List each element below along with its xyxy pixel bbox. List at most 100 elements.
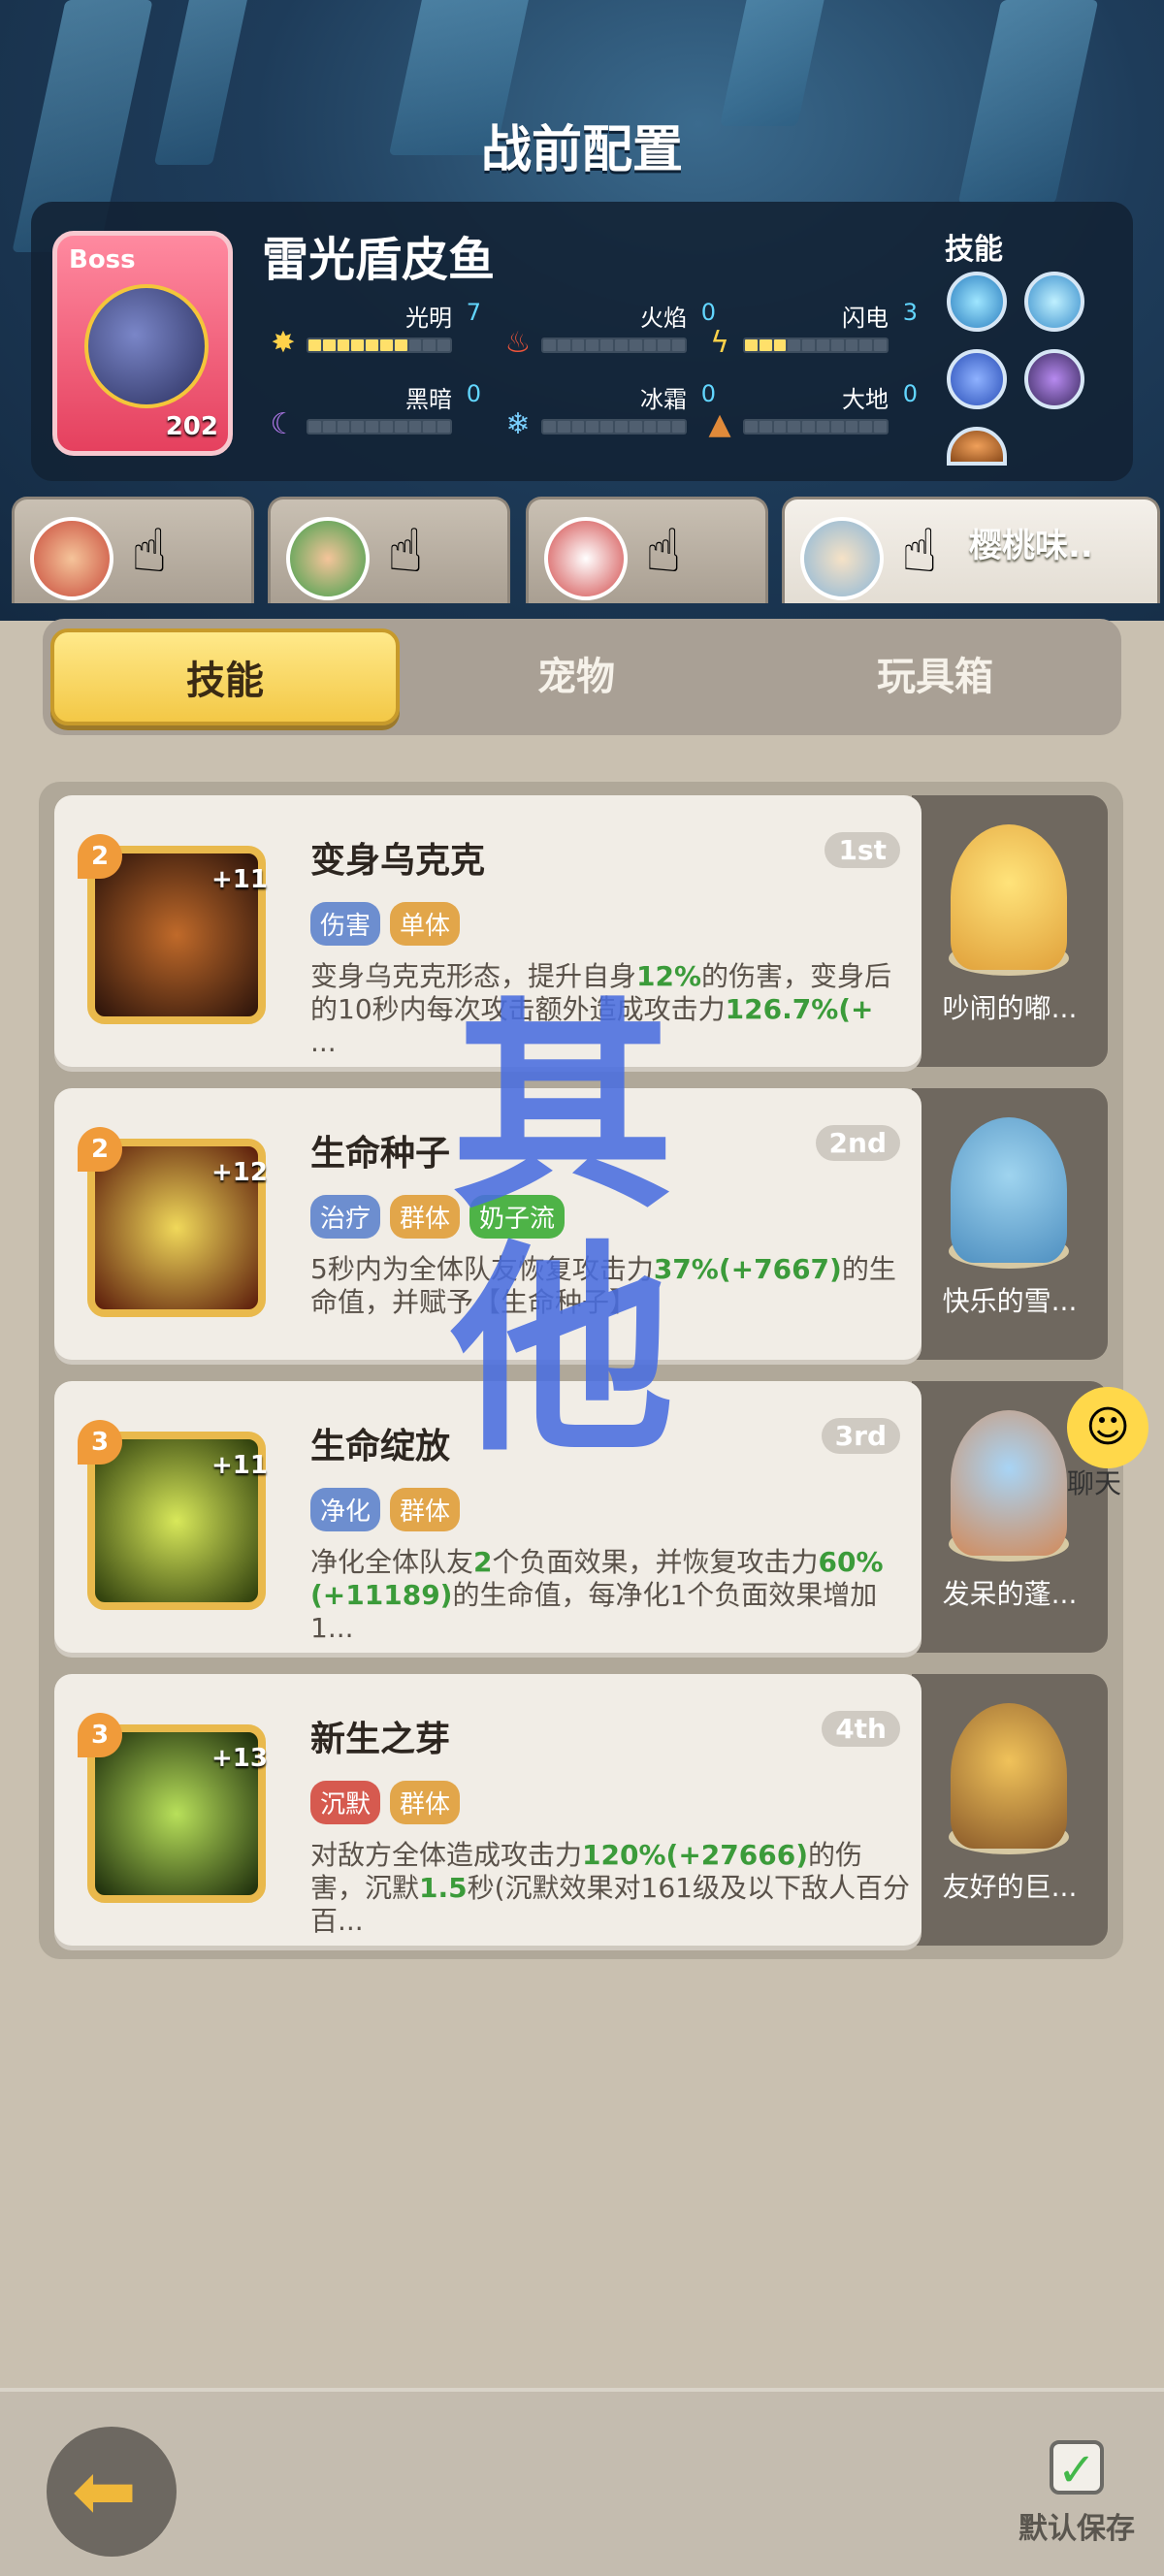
boss-name: 雷光盾皮鱼 [262, 233, 496, 287]
fire-icon: ♨ [504, 326, 532, 360]
skill-tag: 群体 [390, 1488, 461, 1531]
skill-description: 净化全体队友2个负面效果，并恢复攻击力60%(+11189)的生命值，每净化1个… [310, 1546, 884, 1644]
attr-label: 火焰 [640, 305, 687, 332]
skill-card-3[interactable]: 3 +11 生命绽放 3rd 净化 群体 净化全体队友2个负面效果，并恢复攻击力… [54, 1381, 922, 1653]
bird-pet-icon [951, 824, 1067, 970]
back-button[interactable]: ⬅ [47, 2427, 177, 2557]
page-title: 战前配置 [480, 121, 683, 179]
boss-skill-claw-icon[interactable] [1024, 272, 1084, 332]
attr-bar [541, 419, 687, 435]
smiley-chat-icon: ☺ [1067, 1387, 1148, 1468]
attr-value: 0 [466, 380, 481, 407]
team-tab-2[interactable]: ☝ [268, 497, 510, 603]
avatar [544, 517, 628, 600]
skill-card-2[interactable]: 2 +12 生命种子 2nd 治疗 群体 奶子流 5秒内为全体队友恢复攻击力37… [54, 1088, 922, 1360]
attr-label: 黑暗 [405, 386, 452, 413]
attr-label: 大地 [842, 386, 889, 413]
skill-description: 对敌方全体造成攻击力120%(+27666)的伤害，沉默1.5秒(沉默效果对16… [310, 1839, 910, 1937]
default-save-toggle[interactable]: ✓ 默认保存 [1009, 2440, 1145, 2547]
skill-level-badge: 3 [78, 1420, 122, 1465]
skill-card-4[interactable]: 3 +13 新生之芽 4th 沉默 群体 对敌方全体造成攻击力120%(+276… [54, 1674, 922, 1946]
team-tab-1[interactable]: ☝ [12, 497, 254, 603]
fish-monster-icon [84, 284, 209, 408]
attr-label: 冰霜 [640, 386, 687, 413]
bunny-pet-icon [951, 1117, 1067, 1263]
pet-name: 吵闹的嘟... [942, 992, 1078, 1024]
boss-skill-ice-icon[interactable] [947, 272, 1007, 332]
skill-name: 新生之芽 [310, 1720, 451, 1759]
attr-light: ✸ 光明 7 [268, 299, 520, 360]
skill-tag: 群体 [390, 1195, 461, 1239]
skill-level-badge: 2 [78, 1127, 122, 1172]
avatar [30, 517, 113, 600]
boss-portrait[interactable]: Boss 202 [52, 231, 233, 456]
pet-slot-4[interactable]: 友好的巨... [912, 1674, 1108, 1946]
team-tabs: ☝ ☝ ☝ ☝ 樱桃味.. [0, 497, 1164, 603]
skill-level-badge: 2 [78, 834, 122, 879]
boss-level: 202 [165, 412, 218, 441]
skill-rank: 1st [824, 832, 900, 868]
pet-name: 友好的巨... [942, 1871, 1078, 1903]
category-tabs: 技能 宠物 玩具箱 [43, 619, 1121, 735]
skill-tag: 群体 [390, 1781, 461, 1824]
skill-tag: 治疗 [310, 1195, 381, 1239]
chat-label: 聊天 [1067, 1467, 1122, 1499]
team-name: 樱桃味.. [969, 527, 1093, 565]
attr-value: 7 [466, 299, 481, 326]
avatar [800, 517, 884, 600]
skill-rank: 3rd [821, 1418, 900, 1454]
pointer-hand-icon: ☝ [387, 515, 424, 586]
attr-label: 闪电 [842, 305, 889, 332]
attr-earth: ▲ 大地 0 [704, 380, 956, 441]
attr-bar [743, 419, 889, 435]
pet-slot-2[interactable]: 快乐的雪... [912, 1088, 1108, 1360]
boss-skill-lightning-icon[interactable] [947, 349, 1007, 409]
skill-level-badge: 3 [78, 1713, 122, 1757]
pet-name: 发呆的蓬... [942, 1578, 1078, 1610]
attr-dark: ☾ 黑暗 0 [268, 380, 520, 441]
pet-slot-1[interactable]: 吵闹的嘟... [912, 795, 1108, 1067]
attr-value: 0 [902, 380, 918, 407]
skill-bonus: +12 [211, 1158, 268, 1187]
attr-bar [743, 338, 889, 353]
arrow-left-icon: ⬅ [72, 2446, 138, 2536]
skill-description: 5秒内为全体队友恢复攻击力37%(+7667)的生命值，并赋予【生命种子】 [310, 1253, 896, 1318]
skill-tag: 净化 [310, 1488, 381, 1531]
boss-info-panel: Boss 202 雷光盾皮鱼 ✸ 光明 7 ♨ 火焰 0 ϟ 闪电 3 ☾ 黑暗… [31, 202, 1133, 481]
team-tab-4[interactable]: ☝ 樱桃味.. [782, 497, 1160, 603]
snowflake-icon: ❄ [505, 407, 531, 441]
skill-tag: 沉默 [310, 1781, 381, 1824]
pet-name: 快乐的雪... [942, 1285, 1078, 1317]
avatar [286, 517, 370, 600]
moon-icon: ☾ [270, 407, 297, 441]
skill-bonus: +11 [211, 1451, 268, 1480]
lightning-icon: ϟ [710, 326, 729, 360]
team-tab-3[interactable]: ☝ [526, 497, 768, 603]
attr-value: 3 [902, 299, 918, 326]
chat-button[interactable]: ☺ 聊天 [1048, 1387, 1164, 1499]
skill-name: 生命绽放 [310, 1427, 451, 1466]
skill-tag: 奶子流 [469, 1195, 566, 1239]
attr-lightning: ϟ 闪电 3 [704, 299, 956, 360]
pointer-hand-icon: ☝ [901, 515, 938, 586]
tab-skills[interactable]: 技能 [50, 628, 400, 725]
skill-tag: 伤害 [310, 902, 381, 946]
skill-rank: 2nd [815, 1125, 900, 1161]
boss-tag: Boss [69, 245, 136, 274]
skill-card-1[interactable]: 2 +11 变身乌克克 1st 伤害 单体 变身乌克克形态，提升自身12%的伤害… [54, 795, 922, 1067]
boss-skill-dark-icon[interactable] [1024, 349, 1084, 409]
skill-name: 变身乌克克 [310, 841, 486, 881]
attr-bar [307, 419, 452, 435]
tab-pets[interactable]: 宠物 [402, 628, 751, 725]
skill-name: 生命种子 [310, 1134, 451, 1174]
pointer-hand-icon: ☝ [131, 515, 168, 586]
checkmark-icon: ✓ [1050, 2440, 1104, 2496]
giant-pet-icon [951, 1703, 1067, 1849]
skill-bonus: +11 [211, 865, 268, 894]
attr-bar [541, 338, 687, 353]
attr-bar [307, 338, 452, 353]
sun-icon: ✸ [271, 326, 296, 360]
earth-icon: ▲ [708, 407, 731, 441]
tab-toybox[interactable]: 玩具箱 [760, 628, 1110, 725]
skill-list: 吵闹的嘟... 2 +11 变身乌克克 1st 伤害 单体 变身乌克克形态，提升… [39, 782, 1123, 1959]
